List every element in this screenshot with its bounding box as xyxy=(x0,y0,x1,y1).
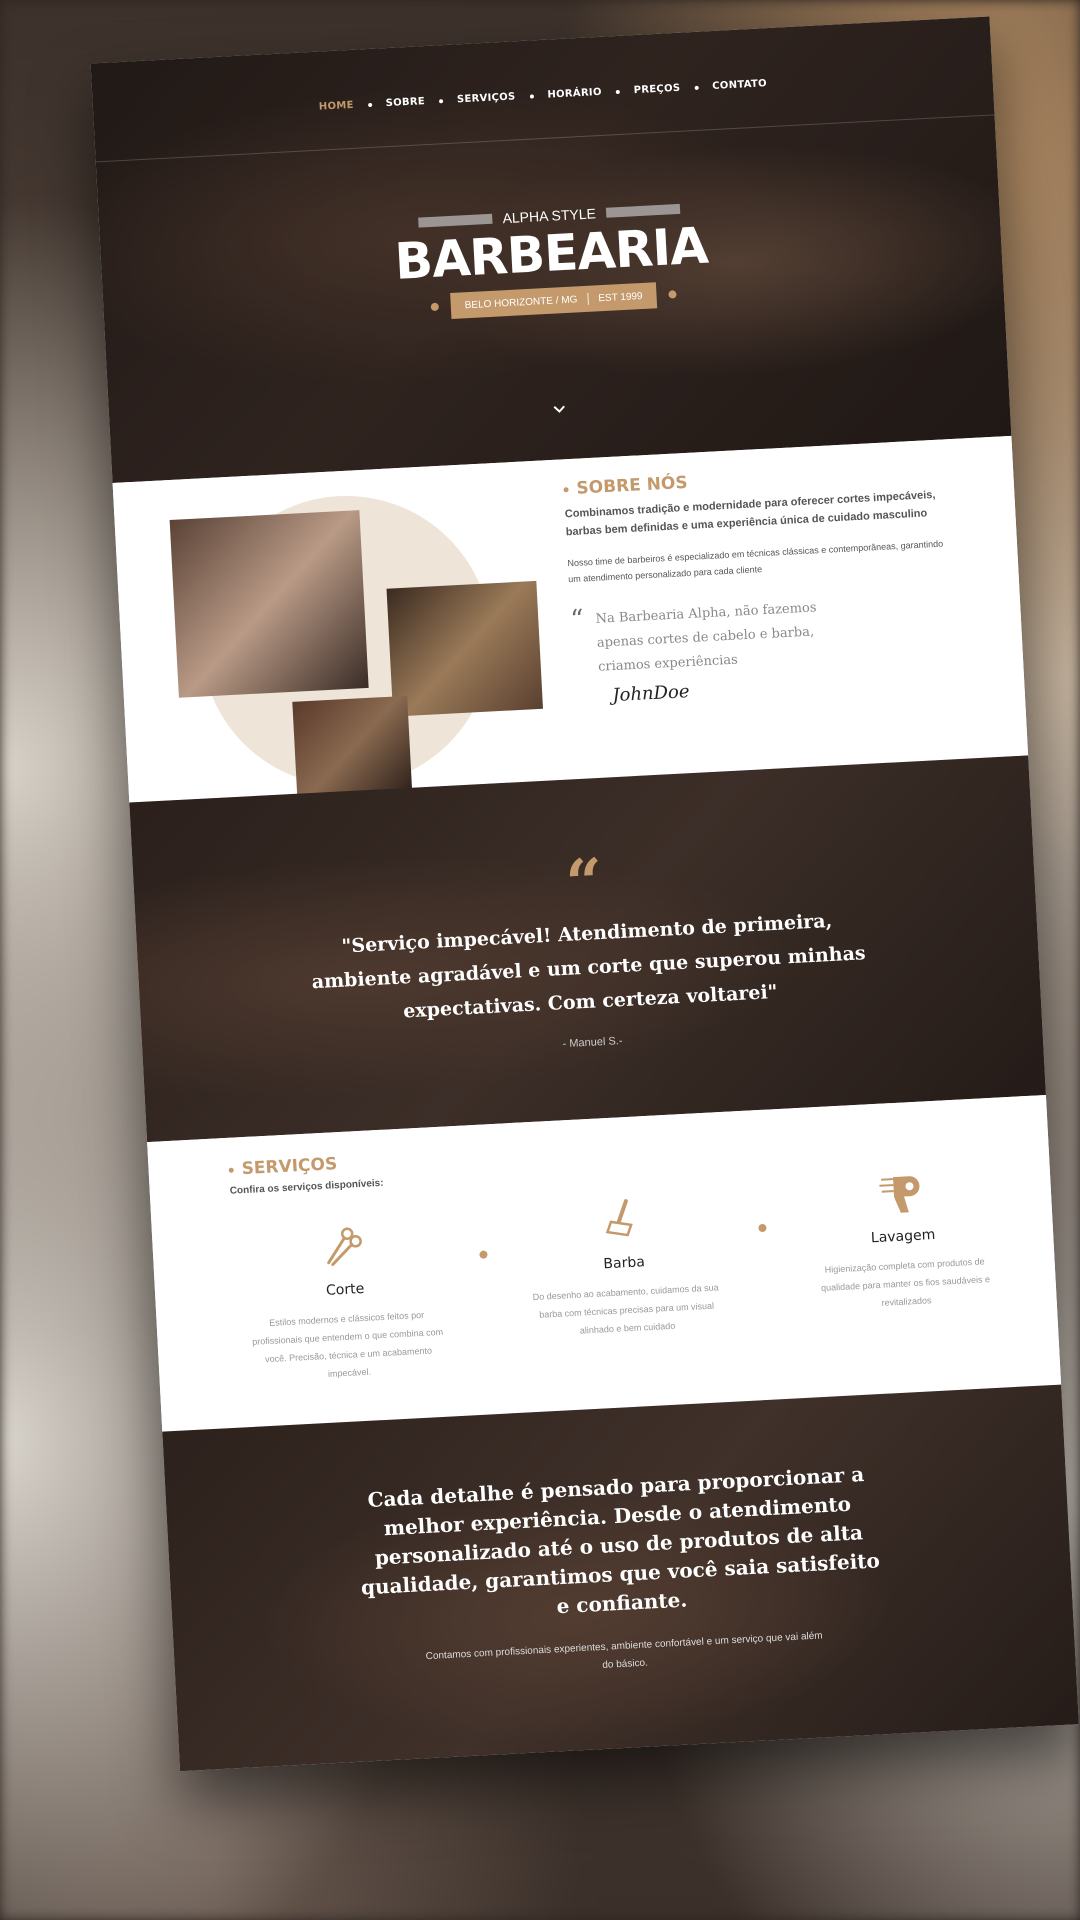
location-text: BELO HORIZONTE / MG xyxy=(464,293,578,311)
service-description: Estilos modernos e clássicos feitos por … xyxy=(251,1309,444,1379)
testimonial-author: - Manuel S.- xyxy=(562,1035,623,1051)
closing-headline: Cada detalhe é pensado para proporcionar… xyxy=(360,1462,881,1619)
decorative-dot xyxy=(758,1223,767,1233)
nav-separator xyxy=(367,102,372,107)
services-subtitle: Confira os serviços disponíveis: xyxy=(229,1177,384,1197)
services-header: SERVIÇOS Confira os serviços disponíveis… xyxy=(228,1152,384,1197)
nav-separator xyxy=(529,93,534,99)
testimonial-quote: "Serviço impecável! Atendimento de prime… xyxy=(311,909,867,1023)
heading-dot xyxy=(563,486,569,492)
barber-tools-image xyxy=(386,580,544,717)
chevron-down-icon[interactable] xyxy=(552,401,567,420)
about-content: SOBRE NÓS Combinamos tradição e modernid… xyxy=(563,460,954,709)
nav-item-home[interactable]: HOME xyxy=(319,100,354,113)
razor-icon xyxy=(596,1194,649,1247)
heading-dot xyxy=(228,1167,234,1173)
closing-section: Cada detalhe é pensado para proporcionar… xyxy=(162,1384,1079,1772)
service-card-corte[interactable]: Corte Estilos modernos e clássicos feito… xyxy=(242,1217,450,1387)
service-card-lavagem[interactable]: Lavagem Higienização completa com produt… xyxy=(800,1163,1007,1315)
services-section: SERVIÇOS Confira os serviços disponíveis… xyxy=(147,1094,1062,1432)
badge-separator xyxy=(587,292,589,305)
nav-item-horario[interactable]: HORÁRIO xyxy=(547,87,602,101)
decorative-dot xyxy=(479,1250,488,1259)
service-name: Corte xyxy=(325,1280,365,1299)
services-list: Corte Estilos modernos e clássicos feito… xyxy=(242,1176,1009,1387)
about-title: SOBRE NÓS xyxy=(576,472,689,499)
testimonial-section: “ "Serviço impecável! Atendimento de pri… xyxy=(129,755,1046,1143)
nav-item-servicos[interactable]: SERVIÇOS xyxy=(457,91,516,105)
nav-item-sobre[interactable]: SOBRE xyxy=(385,96,425,109)
service-name: Lavagem xyxy=(870,1226,936,1247)
closing-subtext: Contamos com profissionais experientes, … xyxy=(425,1630,823,1671)
about-section: SOBRE NÓS Combinamos tradição e modernid… xyxy=(112,435,1029,803)
about-quote: “ Na Barbearia Alpha, não fazemos apenas… xyxy=(570,589,953,681)
website-mockup: HOME SOBRE SERVIÇOS HORÁRIO PREÇOS CONTA… xyxy=(90,16,1079,1772)
barber-portrait-image xyxy=(169,510,369,698)
hero-section: HOME SOBRE SERVIÇOS HORÁRIO PREÇOS CONTA… xyxy=(90,16,1012,483)
established-text: EST 1999 xyxy=(598,290,643,304)
nav-item-precos[interactable]: PREÇOS xyxy=(633,83,680,96)
nav-separator xyxy=(694,85,699,90)
quote-icon: “ xyxy=(569,604,585,636)
barber-chair-image xyxy=(292,695,413,802)
about-body: Nosso time de barbeiros é especializado … xyxy=(567,538,944,585)
service-description: Do desenho ao acabamento, cuidamos da su… xyxy=(532,1282,719,1336)
decorative-bar xyxy=(418,213,493,228)
nav-separator xyxy=(438,98,444,103)
services-heading: SERVIÇOS xyxy=(228,1152,383,1180)
nav-item-contato[interactable]: CONTATO xyxy=(712,78,767,92)
services-title: SERVIÇOS xyxy=(241,1154,338,1180)
service-description: Higienização completa com produtos de qu… xyxy=(820,1256,991,1308)
scissors-icon xyxy=(317,1221,370,1274)
decorative-dot xyxy=(668,290,677,299)
service-card-barba[interactable]: Barba Do desenho ao acabamento, cuidamos… xyxy=(521,1190,728,1342)
about-quote-text: Na Barbearia Alpha, não fazemos apenas c… xyxy=(595,600,817,675)
nav-separator xyxy=(615,89,620,94)
hair-dryer-icon xyxy=(875,1167,928,1220)
decorative-bar xyxy=(605,203,680,218)
location-badge: BELO HORIZONTE / MG EST 1999 xyxy=(450,282,658,320)
decorative-dot xyxy=(430,302,439,312)
nav-divider xyxy=(95,114,995,163)
service-name: Barba xyxy=(603,1254,646,1273)
